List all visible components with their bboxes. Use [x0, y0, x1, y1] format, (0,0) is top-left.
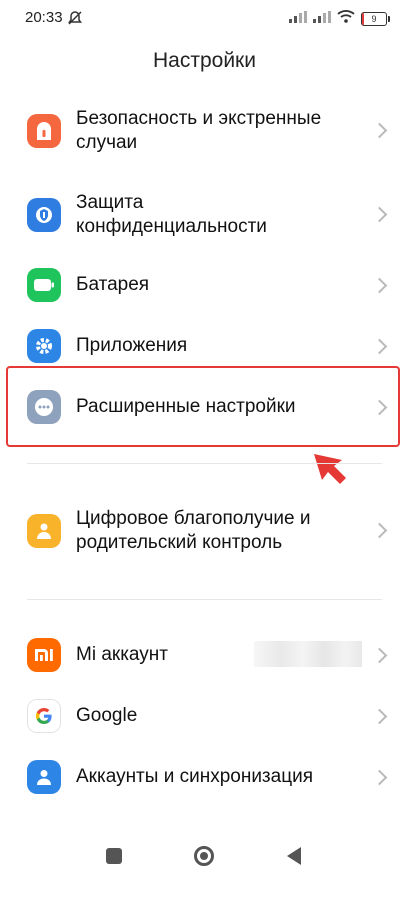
signal-icon-2 [313, 10, 331, 28]
home-dot-icon [200, 852, 208, 860]
back-button[interactable] [286, 846, 302, 871]
chevron-right-icon [371, 338, 388, 355]
chevron-right-icon [371, 206, 388, 223]
navigation-bar [0, 840, 409, 900]
settings-item-google[interactable]: Google [0, 691, 409, 741]
wellbeing-icon [27, 514, 61, 548]
settings-item-accounts-sync[interactable]: Аккаунты и синхронизация [0, 752, 409, 802]
chevron-right-icon [371, 277, 388, 294]
settings-item-security[interactable]: Безопасность и экстренные случаи [0, 103, 409, 159]
settings-item-label: Mi аккаунт [76, 644, 168, 665]
settings-item-battery[interactable]: Батарея [0, 260, 409, 310]
settings-item-wellbeing[interactable]: Цифровое благополучие и родительский конт… [0, 503, 409, 559]
status-time: 20:33 [25, 9, 63, 26]
divider [27, 463, 382, 464]
battery-icon [27, 268, 61, 302]
annotation-arrow-icon [312, 452, 348, 491]
shield-icon [27, 114, 61, 148]
page-title: Настройки [153, 49, 256, 72]
signal-icon-1 [289, 10, 307, 28]
redacted-account-id [254, 641, 362, 667]
settings-item-label: Цифровое благополучие и родительский конт… [76, 508, 311, 553]
chevron-right-icon [371, 708, 388, 725]
notifications-muted-icon [67, 10, 83, 31]
status-right: 9 [289, 10, 390, 28]
privacy-icon [27, 198, 61, 232]
chevron-right-icon [371, 522, 388, 539]
account-icon [27, 760, 61, 794]
battery-icon: 9 [361, 12, 390, 26]
chevron-right-icon [371, 122, 388, 139]
settings-item-privacy[interactable]: Защита конфиденциальности [0, 187, 409, 243]
battery-level: 9 [371, 14, 377, 24]
chevron-right-icon [371, 769, 388, 786]
settings-item-label: Защита конфиденциальности [76, 192, 267, 237]
settings-item-label: Батарея [76, 274, 150, 295]
wifi-icon [337, 10, 355, 28]
settings-item-apps[interactable]: Приложения [0, 321, 409, 371]
settings-item-label: Приложения [76, 335, 188, 356]
settings-item-label: Google [76, 705, 138, 726]
mi-icon [27, 638, 61, 672]
settings-item-label: Безопасность и экстренные случаи [76, 108, 322, 153]
highlight-box [6, 366, 400, 447]
chevron-right-icon [371, 647, 388, 664]
home-button[interactable] [194, 846, 214, 866]
settings-item-label: Аккаунты и синхронизация [76, 766, 313, 787]
gear-icon [27, 329, 61, 363]
google-icon [27, 699, 61, 733]
recents-button[interactable] [106, 848, 122, 864]
divider [27, 599, 382, 600]
status-bar: 20:33 9 [0, 0, 409, 36]
